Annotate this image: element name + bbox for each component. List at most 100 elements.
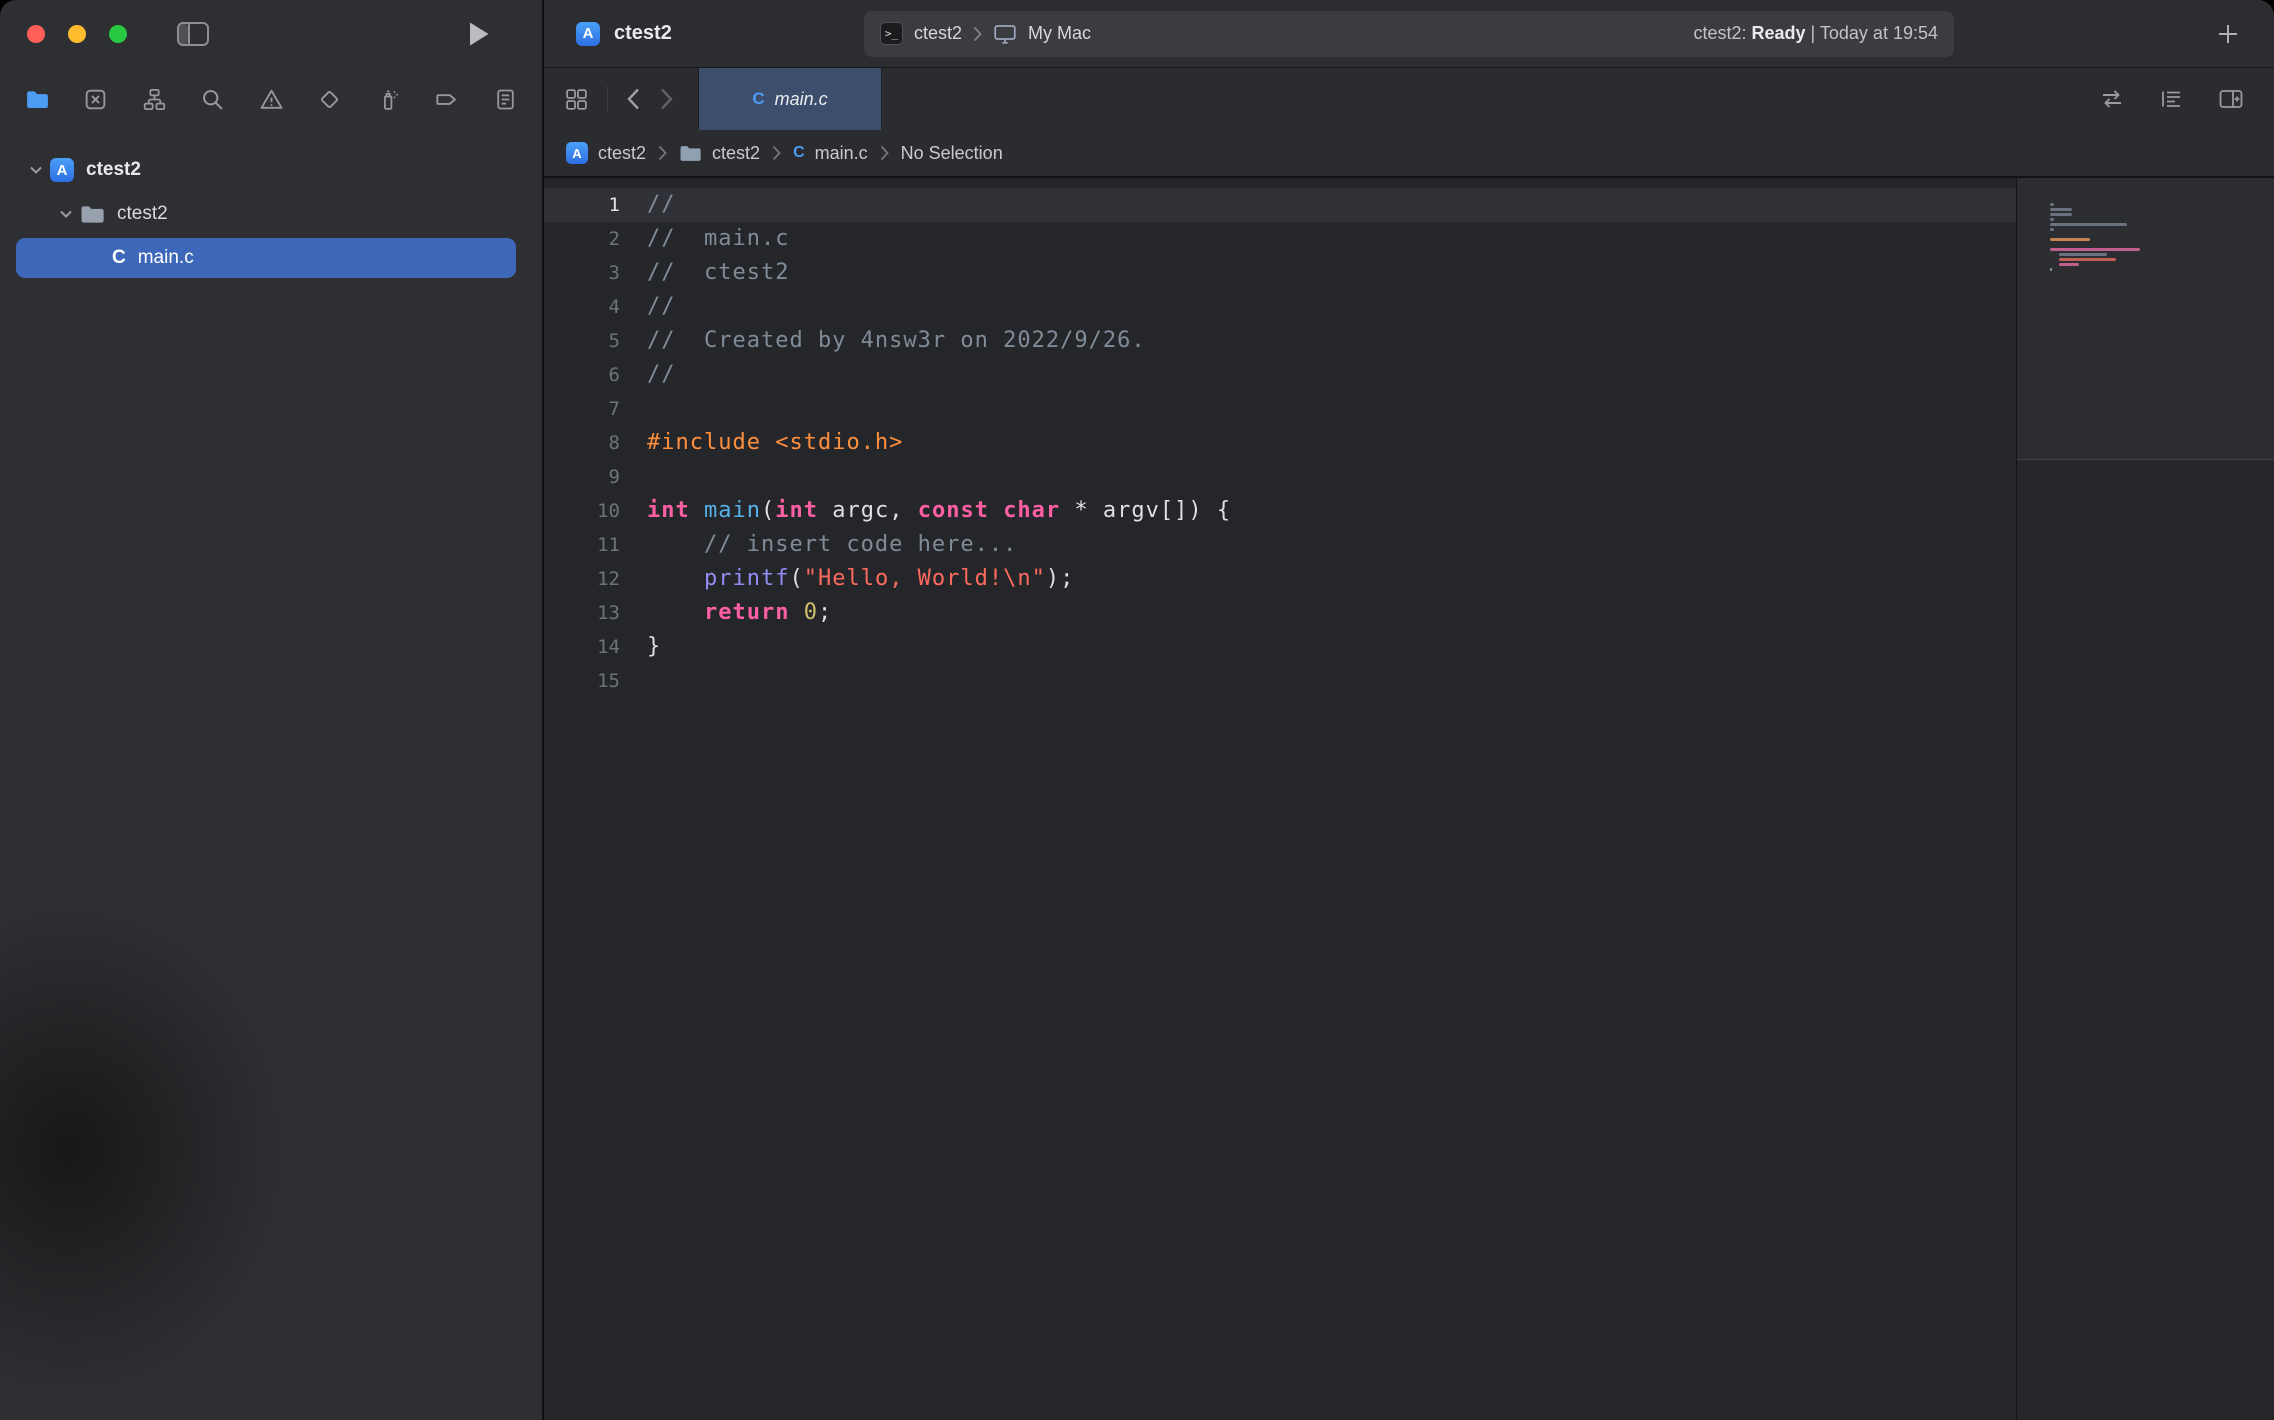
chevron-separator-icon — [973, 26, 982, 42]
tab-main-c[interactable]: C main.c — [698, 68, 882, 130]
xcode-project-icon: A — [576, 22, 600, 46]
activity-status-pill[interactable]: >_ ctest2 My Mac ctest2: Ready | Today a… — [864, 11, 1954, 57]
report-navigator-icon[interactable] — [482, 76, 528, 122]
sidebar-titlebar — [0, 0, 542, 68]
toolbar: A ctest2 >_ ctest2 My Mac ctest2: — [544, 0, 2274, 68]
navigator-sidebar: A ctest2 ctest2 C main.c — [0, 0, 542, 1420]
jumpbar-item[interactable]: ctest2 — [712, 143, 760, 164]
code-line-1[interactable]: 1// — [544, 188, 2016, 222]
line-number[interactable]: 11 — [544, 528, 620, 562]
window-title: ctest2 — [614, 22, 672, 45]
code-review-icon[interactable] — [2099, 87, 2125, 111]
debug-navigator-icon[interactable] — [365, 76, 411, 122]
line-number[interactable]: 6 — [544, 358, 620, 392]
scheme-selector[interactable]: >_ ctest2 My Mac — [880, 22, 1091, 45]
sidebar-toggle-icon[interactable] — [177, 22, 209, 46]
build-status[interactable]: ctest2: Ready | Today at 19:54 — [1693, 23, 1938, 44]
destination-name: My Mac — [1028, 23, 1091, 44]
add-editor-icon[interactable] — [2218, 87, 2244, 111]
project-navigator-icon[interactable] — [14, 76, 60, 122]
chevron-separator-icon — [772, 145, 781, 161]
code-text: // main.c — [620, 222, 789, 256]
tree-item-project[interactable]: A ctest2 — [0, 148, 542, 192]
source-editor: 1//2// main.c3// ctest24//5// Created by… — [544, 178, 2274, 1420]
plus-button[interactable] — [2216, 22, 2240, 46]
code-text: int main(int argc, const char * argv[]) … — [620, 494, 1231, 528]
code-line-8[interactable]: 8#include <stdio.h> — [544, 426, 2016, 460]
code-line-11[interactable]: 11 // insert code here... — [544, 528, 2016, 562]
line-number[interactable]: 7 — [544, 392, 620, 426]
line-number[interactable]: 8 — [544, 426, 620, 460]
jump-bar: A ctest2 ctest2 C main.c No Selection — [544, 130, 2274, 178]
related-items-icon[interactable] — [564, 87, 589, 112]
code-line-7[interactable]: 7 — [544, 392, 2016, 426]
disclosure-triangle-icon[interactable] — [22, 165, 50, 175]
my-mac-icon — [993, 23, 1017, 45]
line-number[interactable]: 12 — [544, 562, 620, 596]
xcode-project-icon: A — [50, 158, 74, 182]
symbol-navigator-icon[interactable] — [131, 76, 177, 122]
tree-item-file[interactable]: C main.c — [0, 236, 542, 280]
code-line-9[interactable]: 9 — [544, 460, 2016, 494]
zoom-button[interactable] — [109, 25, 127, 43]
test-navigator-icon[interactable] — [307, 76, 353, 122]
forward-button[interactable] — [659, 87, 674, 111]
jumpbar-item[interactable]: main.c — [815, 143, 868, 164]
navigator-tab-bar — [0, 68, 542, 130]
minimize-button[interactable] — [68, 25, 86, 43]
code-area[interactable]: 1//2// main.c3// ctest24//5// Created by… — [544, 178, 2016, 1420]
code-line-6[interactable]: 6// — [544, 358, 2016, 392]
code-text: // Created by 4nsw3r on 2022/9/26. — [620, 324, 1146, 358]
source-control-navigator-icon[interactable] — [73, 76, 119, 122]
line-number[interactable]: 10 — [544, 494, 620, 528]
tree-item-group[interactable]: ctest2 — [0, 192, 542, 236]
folder-icon — [80, 204, 105, 225]
line-number[interactable]: 4 — [544, 290, 620, 324]
find-navigator-icon[interactable] — [190, 76, 236, 122]
minimap-line — [2050, 272, 2140, 277]
toolbar-divider — [607, 86, 608, 112]
code-line-3[interactable]: 3// ctest2 — [544, 256, 2016, 290]
tree-item-label: ctest2 — [117, 203, 168, 225]
line-number[interactable]: 5 — [544, 324, 620, 358]
minimap[interactable] — [2016, 178, 2274, 1420]
terminal-icon: >_ — [880, 22, 903, 45]
jumpbar-item-no-selection[interactable]: No Selection — [901, 143, 1003, 164]
code-text: return 0; — [620, 596, 832, 630]
code-line-10[interactable]: 10int main(int argc, const char * argv[]… — [544, 494, 2016, 528]
line-number[interactable]: 15 — [544, 664, 620, 698]
code-line-4[interactable]: 4// — [544, 290, 2016, 324]
line-number[interactable]: 3 — [544, 256, 620, 290]
code-line-2[interactable]: 2// main.c — [544, 222, 2016, 256]
main-area: A ctest2 >_ ctest2 My Mac ctest2: — [544, 0, 2274, 1420]
code-line-14[interactable]: 14} — [544, 630, 2016, 664]
c-file-icon: C — [793, 144, 805, 162]
tab-label: main.c — [775, 89, 828, 110]
line-number[interactable]: 2 — [544, 222, 620, 256]
code-line-5[interactable]: 5// Created by 4nsw3r on 2022/9/26. — [544, 324, 2016, 358]
code-line-15[interactable]: 15 — [544, 664, 2016, 698]
issue-navigator-icon[interactable] — [248, 76, 294, 122]
jumpbar-item[interactable]: ctest2 — [598, 143, 646, 164]
breakpoint-navigator-icon[interactable] — [424, 76, 470, 122]
line-number[interactable]: 14 — [544, 630, 620, 664]
code-line-12[interactable]: 12 printf("Hello, World!\n"); — [544, 562, 2016, 596]
c-file-icon: C — [752, 89, 764, 109]
editor-options-icon[interactable] — [2159, 87, 2184, 111]
code-line-13[interactable]: 13 return 0; — [544, 596, 2016, 630]
editor-controls — [2099, 68, 2274, 130]
traffic-lights — [27, 25, 127, 43]
editor-tab-bar: C main.c — [544, 68, 2274, 130]
code-text: printf("Hello, World!\n"); — [620, 562, 1074, 596]
line-number[interactable]: 1 — [544, 188, 620, 222]
back-button[interactable] — [626, 87, 641, 111]
line-number[interactable]: 9 — [544, 460, 620, 494]
code-text: // ctest2 — [620, 256, 789, 290]
code-text: // — [620, 188, 676, 222]
line-number[interactable]: 13 — [544, 596, 620, 630]
minimap-code — [2050, 202, 2140, 277]
run-button[interactable] — [468, 21, 490, 47]
disclosure-triangle-icon[interactable] — [52, 209, 80, 219]
close-button[interactable] — [27, 25, 45, 43]
status-time: | Today at 19:54 — [1811, 23, 1938, 43]
